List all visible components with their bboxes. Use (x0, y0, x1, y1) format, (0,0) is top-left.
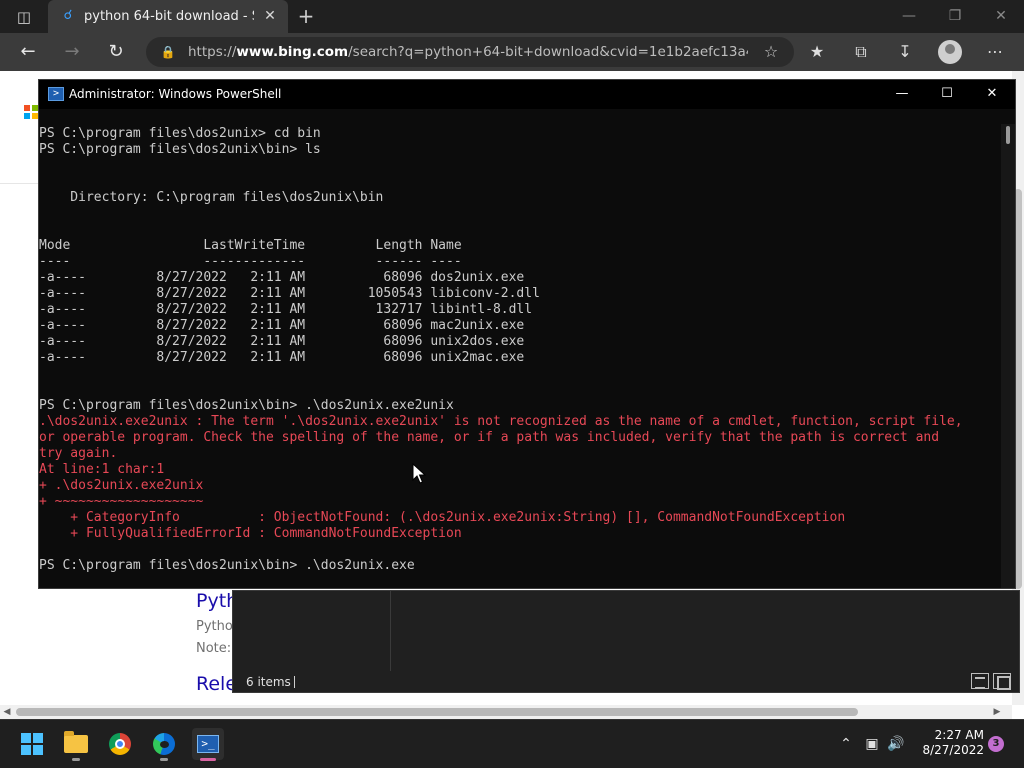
notification-badge[interactable]: 3 (988, 736, 1004, 752)
tiles-view-icon[interactable] (993, 673, 1011, 690)
tab-bing-search[interactable]: ☌ python 64-bit download - Search ✕ (48, 0, 288, 33)
restore-icon[interactable]: ❐ (932, 4, 978, 28)
clock-time: 2:27 AM (934, 728, 984, 742)
browser-tab-bar: ◫ ☌ python 64-bit download - Search ✕ + … (0, 0, 1024, 33)
lock-icon[interactable]: 🔒 (160, 43, 176, 61)
console-line: PS C:\program files\dos2unix\bin> .\dos2… (39, 558, 415, 573)
folder-icon (64, 731, 88, 753)
system-clock[interactable]: 2:27 AM 8/27/2022 (912, 728, 984, 758)
details-view-icon[interactable] (971, 673, 989, 689)
plus-icon[interactable]: + (294, 4, 318, 28)
profile-icon[interactable] (938, 40, 962, 64)
refresh-icon[interactable]: ↻ (102, 39, 130, 65)
chevron-up-icon[interactable]: ⌃ (836, 734, 856, 754)
status-divider (294, 676, 295, 688)
console-line: -a---- 8/27/2022 2:11 AM 68096 unix2dos.… (39, 334, 525, 349)
console-line: Directory: C:\program files\dos2unix\bin (39, 190, 384, 205)
result-title-link-2[interactable]: Rele (196, 672, 237, 696)
scrollbar-thumb[interactable] (16, 708, 858, 716)
status-bar-item-count: 6 items (246, 675, 291, 689)
console-error-line: + CategoryInfo : ObjectNotFound: (.\dos2… (39, 510, 846, 525)
console-error-line: + .\dos2unix.exe2unix (39, 478, 204, 493)
console-line: PS C:\program files\dos2unix> cd bin (39, 126, 321, 141)
console-error-line: + FullyQualifiedErrorId : CommandNotFoun… (39, 526, 462, 541)
result-note: Note: (196, 641, 232, 656)
result-snippet: Pytho (196, 619, 233, 634)
file-explorer-window[interactable]: 6 items (232, 590, 1020, 693)
tab-title: python 64-bit download - Search (84, 9, 254, 24)
console-line: PS C:\program files\dos2unix\bin> .\dos2… (39, 398, 454, 413)
minimize-icon[interactable]: — (879, 82, 925, 106)
tab-actions-icon[interactable]: ◫ (8, 6, 40, 28)
window-close-icon[interactable]: ✕ (978, 4, 1024, 28)
taskbar-chrome[interactable] (104, 728, 136, 760)
taskbar-edge[interactable] (148, 728, 180, 761)
console-line: -a---- 8/27/2022 2:11 AM 132717 libintl-… (39, 302, 533, 317)
console-line: -a---- 8/27/2022 2:11 AM 1050543 libicon… (39, 286, 540, 301)
taskbar-powershell[interactable]: >_ (192, 728, 224, 761)
scroll-right-icon[interactable]: ▶ (990, 705, 1004, 719)
back-arrow-icon[interactable]: ← (14, 39, 42, 65)
taskbar-file-explorer[interactable] (60, 728, 92, 761)
close-icon[interactable]: ✕ (969, 82, 1015, 106)
console-scrollbar[interactable] (1001, 124, 1015, 588)
windows-start-icon (21, 733, 43, 755)
console-error-line: try again. (39, 446, 118, 461)
running-indicator (72, 758, 80, 761)
address-bar[interactable]: 🔒 https://www.bing.com/search?q=python+6… (146, 37, 794, 67)
scroll-left-icon[interactable]: ◀ (0, 705, 14, 719)
powershell-window[interactable]: > Administrator: Windows PowerShell — ☐ … (38, 79, 1016, 589)
network-icon[interactable]: ▣ (862, 734, 882, 754)
add-favorite-icon[interactable]: ☆ (762, 42, 780, 62)
close-icon[interactable]: ✕ (262, 7, 278, 25)
console-line: ---- ------------- ------ ---- (39, 254, 462, 269)
console-line: -a---- 8/27/2022 2:11 AM 68096 mac2unix.… (39, 318, 525, 333)
start-button[interactable] (16, 728, 48, 760)
active-indicator (200, 758, 216, 761)
console-line: Mode LastWriteTime Length Name (39, 238, 462, 253)
taskbar: >_ ⌃ ▣ 🔊 2:27 AM 8/27/2022 3 (0, 719, 1024, 768)
microsoft-logo-icon[interactable] (24, 105, 38, 119)
console-output[interactable]: PS C:\program files\dos2unix> cd bin PS C… (39, 126, 1001, 574)
console-error-line: .\dos2unix.exe2unix : The term '.\dos2un… (39, 414, 963, 429)
powershell-icon: >_ (197, 735, 219, 753)
page-horizontal-scrollbar[interactable]: ◀ ▶ (0, 705, 1012, 719)
more-icon[interactable]: ⋯ (982, 40, 1008, 64)
powershell-icon: > (48, 87, 64, 101)
favorites-icon[interactable]: ★ (804, 40, 830, 64)
edge-icon (153, 733, 175, 755)
minimize-icon[interactable]: — (886, 4, 932, 28)
maximize-icon[interactable]: ☐ (924, 82, 970, 106)
downloads-icon[interactable]: ↧ (892, 40, 918, 64)
url-text[interactable]: https://www.bing.com/search?q=python+64-… (188, 43, 748, 61)
running-indicator (160, 758, 168, 761)
console-line: PS C:\program files\dos2unix\bin> ls (39, 142, 321, 157)
powershell-title-bar[interactable]: > Administrator: Windows PowerShell — ☐ … (39, 80, 1015, 109)
mouse-cursor-icon (412, 463, 426, 484)
forward-arrow-icon[interactable]: → (58, 39, 86, 65)
bing-favicon: ☌ (63, 8, 73, 23)
console-error-line: At line:1 char:1 (39, 462, 165, 477)
console-line: -a---- 8/27/2022 2:11 AM 68096 dos2unix.… (39, 270, 525, 285)
console-error-line: + ~~~~~~~~~~~~~~~~~~~ (39, 494, 204, 509)
scrollbar-thumb[interactable] (1006, 126, 1010, 144)
chrome-icon (109, 733, 131, 755)
clock-date: 8/27/2022 (922, 743, 984, 757)
volume-icon[interactable]: 🔊 (886, 734, 906, 754)
console-line: -a---- 8/27/2022 2:11 AM 68096 unix2mac.… (39, 350, 525, 365)
browser-toolbar: ← → ↻ 🔒 https://www.bing.com/search?q=py… (0, 33, 1024, 71)
collections-icon[interactable]: ⧉ (848, 40, 874, 64)
navigation-pane-divider[interactable] (390, 591, 391, 671)
console-error-line: or operable program. Check the spelling … (39, 430, 940, 445)
window-title: Administrator: Windows PowerShell (69, 87, 282, 101)
